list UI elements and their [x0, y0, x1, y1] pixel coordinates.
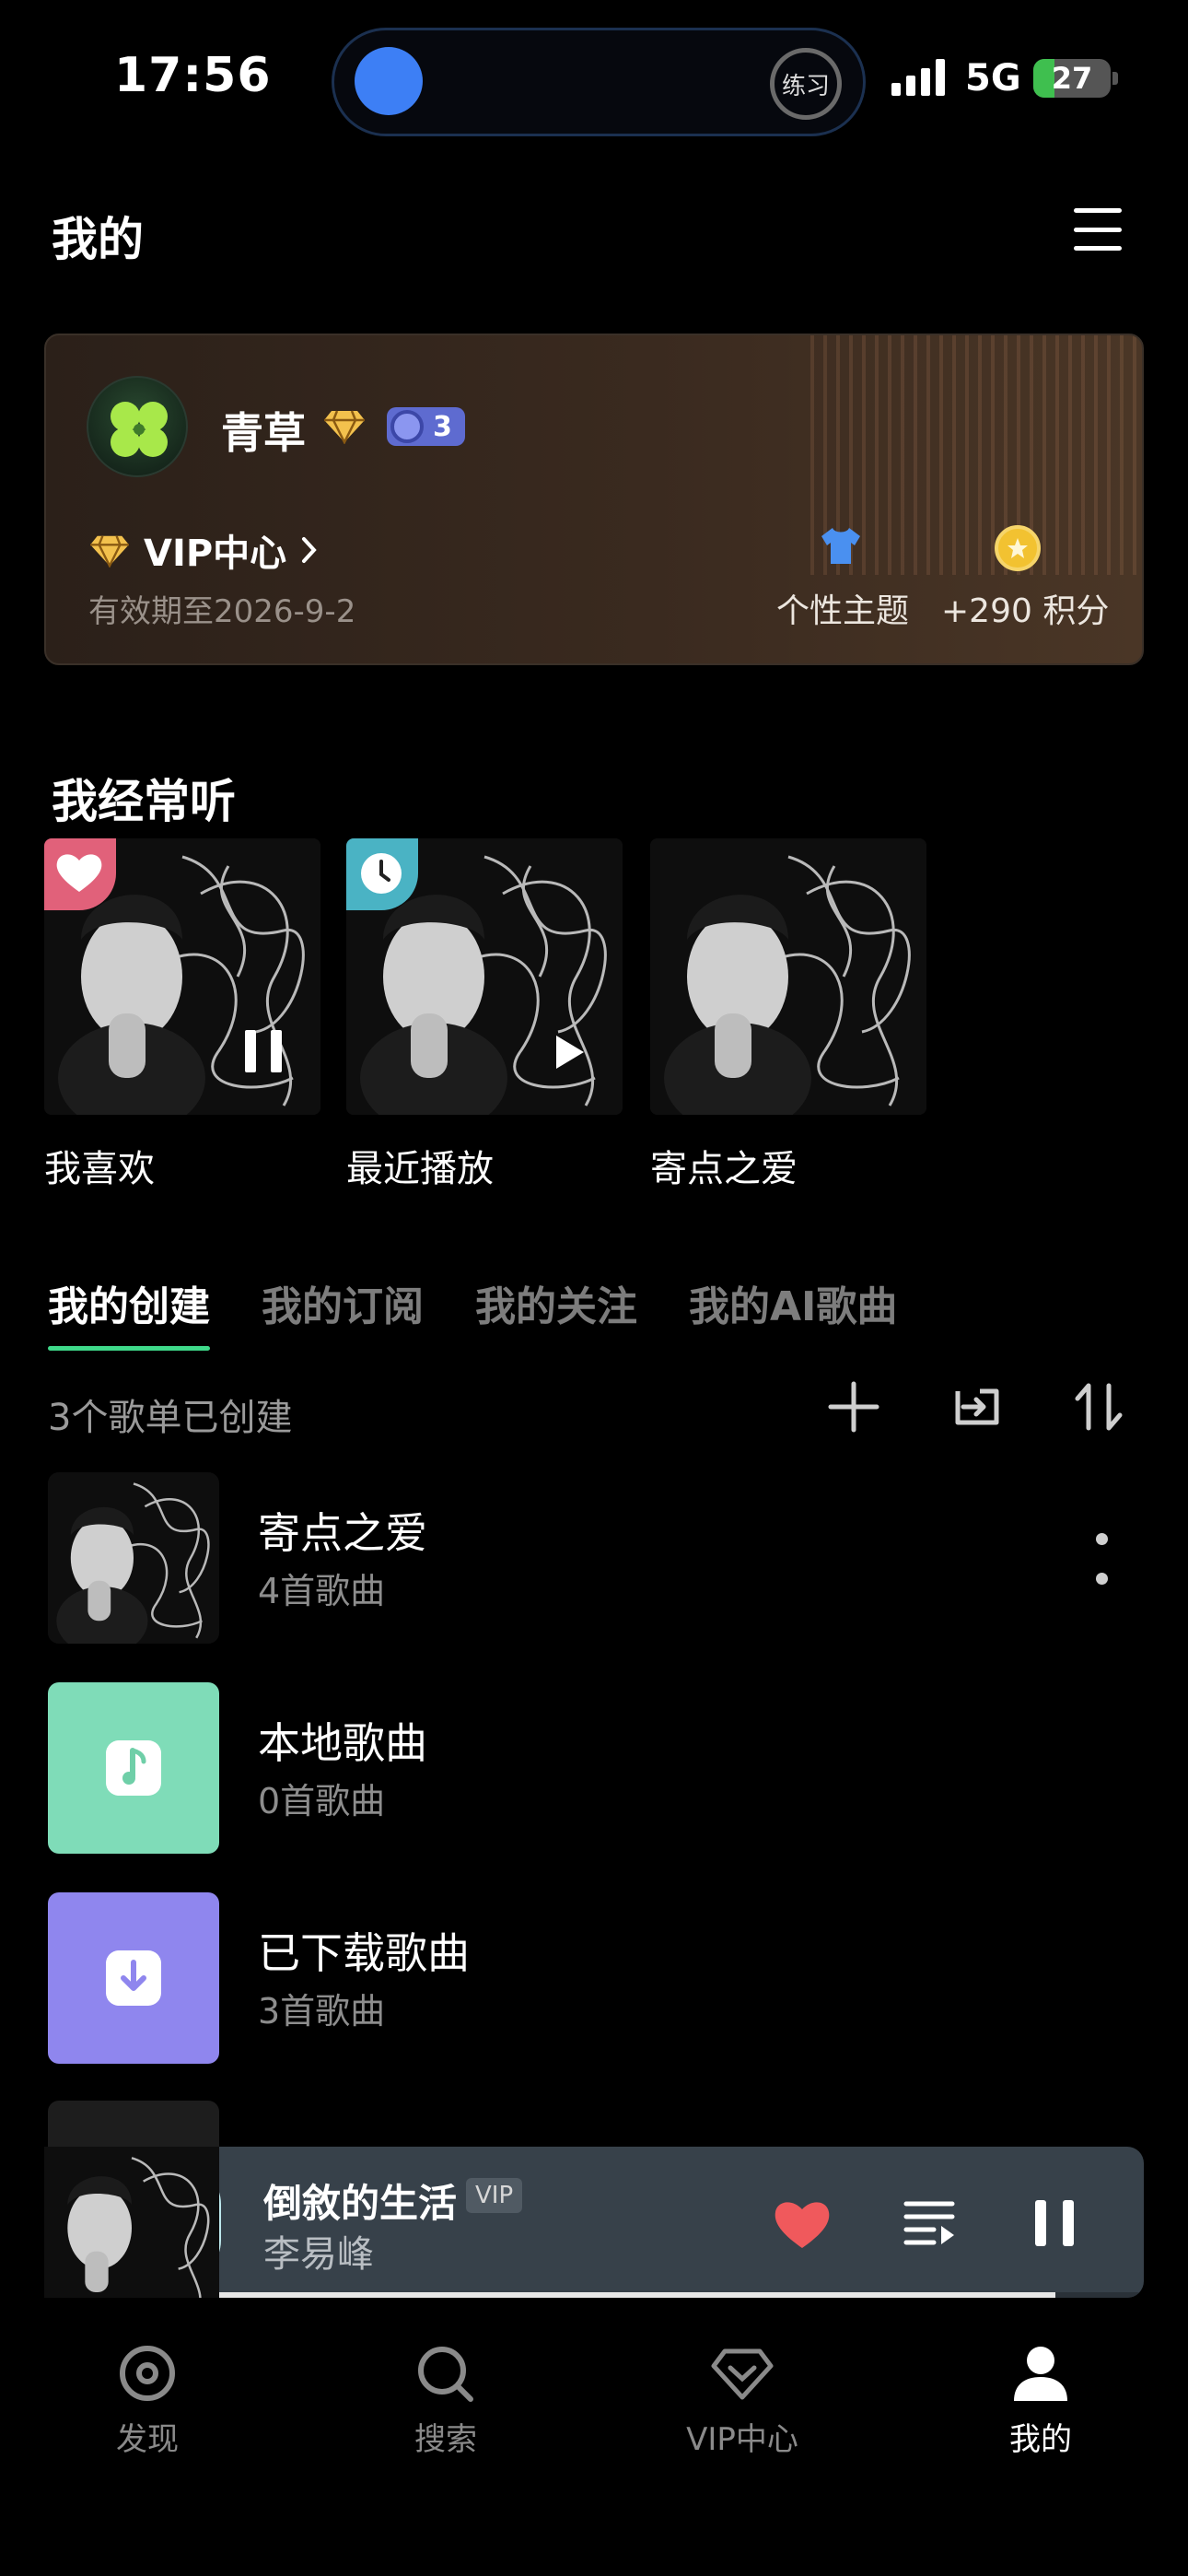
hamburger-menu-icon[interactable] [1074, 208, 1122, 251]
local-songs-cover[interactable] [48, 1682, 219, 1854]
nav-label: 搜索 [414, 2421, 477, 2458]
nav-profile[interactable]: 我的 [949, 2344, 1133, 2459]
library-tabs: 我的创建 我的订阅 我的关注 我的AI歌曲 [48, 1273, 897, 1351]
island-practice-indicator[interactable]: 练习 [770, 48, 842, 120]
points-star-icon[interactable] [995, 525, 1041, 571]
like-heart-icon[interactable] [772, 2196, 833, 2250]
star-icon [1007, 538, 1028, 558]
downloaded-songs-cover[interactable] [48, 1892, 219, 2064]
chevron-right-icon [302, 537, 317, 563]
import-icon[interactable] [949, 1378, 1006, 1435]
partial-playlist-cover [48, 2101, 219, 2147]
frequent-label[interactable]: 寄点之爱 [650, 1139, 798, 1192]
search-icon [418, 2347, 473, 2402]
playlist-song-count: 4首歌曲 [258, 1571, 386, 1611]
playlist-title[interactable]: 已下载歌曲 [258, 1920, 470, 1981]
playlist-cover-image[interactable] [48, 1472, 219, 1644]
avatar[interactable] [87, 376, 188, 477]
nav-label: 我的 [1009, 2421, 1072, 2458]
user-level-badge[interactable]: 3 [387, 407, 465, 446]
album-cover-image [44, 2147, 219, 2298]
battery-percent: 27 [1051, 61, 1093, 96]
download-icon [106, 1950, 161, 2006]
username[interactable]: 青草 [221, 400, 306, 461]
now-playing-artist[interactable]: 李易峰 [263, 2224, 374, 2277]
tab-my-subscribed[interactable]: 我的订阅 [262, 1273, 424, 1332]
vip-diamond-icon [324, 410, 365, 444]
playlist-queue-icon[interactable] [903, 2198, 956, 2246]
heart-icon [56, 854, 102, 892]
frequent-tile-playlist[interactable] [650, 838, 926, 1115]
network-type: 5G [965, 57, 1021, 100]
more-options-icon[interactable] [1092, 1533, 1111, 1585]
cellular-signal-icon [891, 59, 945, 96]
frequent-section-title: 我经常听 [52, 775, 236, 828]
playlist-song-count: 0首歌曲 [258, 1781, 386, 1821]
nav-label: 发现 [116, 2421, 179, 2458]
tab-my-following[interactable]: 我的关注 [475, 1273, 637, 1332]
status-time: 17:56 [114, 48, 272, 103]
pause-icon[interactable] [245, 1030, 282, 1072]
now-playing-title[interactable]: 倒敘的生活 [263, 2172, 457, 2229]
pause-button[interactable] [1035, 2200, 1074, 2246]
tab-my-created[interactable]: 我的创建 [48, 1273, 210, 1351]
battery-icon: 27 [1033, 59, 1111, 98]
user-level: 3 [433, 410, 452, 443]
discover-icon [120, 2346, 175, 2401]
theme-shirt-icon[interactable] [820, 525, 862, 566]
recent-badge [346, 838, 418, 910]
frequent-tile-favorites[interactable] [44, 838, 320, 1115]
nav-vip[interactable]: VIP中心 [650, 2344, 834, 2459]
clover-avatar-image [111, 402, 168, 457]
tab-my-ai-songs[interactable]: 我的AI歌曲 [689, 1273, 897, 1332]
recording-indicator-icon [355, 47, 423, 115]
vip-tag: VIP [466, 2178, 523, 2213]
vip-diamond-icon [90, 535, 129, 568]
theme-label[interactable]: 个性主题 [776, 584, 909, 632]
frequent-label[interactable]: 最近播放 [346, 1139, 494, 1192]
frequent-label[interactable]: 我喜欢 [44, 1139, 155, 1192]
play-icon[interactable] [551, 1032, 588, 1072]
clock-icon [361, 853, 402, 894]
created-count: 3个歌单已创建 [48, 1397, 293, 1439]
album-cover-image [48, 1472, 219, 1644]
vip-diamond-icon [711, 2348, 774, 2400]
vip-center-label: VIP中心 [144, 533, 287, 575]
battery-tip [1112, 72, 1118, 85]
frequent-tile-recent[interactable] [346, 838, 623, 1115]
playlist-song-count: 3首歌曲 [258, 1991, 386, 2032]
profile-icon [1014, 2347, 1067, 2401]
playlist-title[interactable]: 寄点之爱 [258, 1500, 427, 1561]
favorite-badge [44, 838, 116, 910]
album-cover-image [650, 838, 926, 1115]
page-title: 我的 [52, 213, 144, 266]
nav-discover[interactable]: 发现 [55, 2344, 239, 2459]
playlist-title[interactable]: 本地歌曲 [258, 1710, 427, 1771]
nav-search[interactable]: 搜索 [354, 2344, 538, 2459]
music-note-icon [106, 1740, 161, 1796]
points-label[interactable]: +290 积分 [941, 584, 1109, 632]
vip-center-link[interactable]: VIP中心 [88, 523, 320, 577]
nav-label: VIP中心 [686, 2421, 798, 2458]
now-playing-cover[interactable] [44, 2147, 219, 2298]
vip-validity: 有效期至2026-9-2 [88, 593, 356, 630]
add-icon[interactable] [825, 1378, 882, 1435]
sort-icon[interactable] [1070, 1378, 1127, 1435]
level-coin-icon [390, 410, 424, 443]
